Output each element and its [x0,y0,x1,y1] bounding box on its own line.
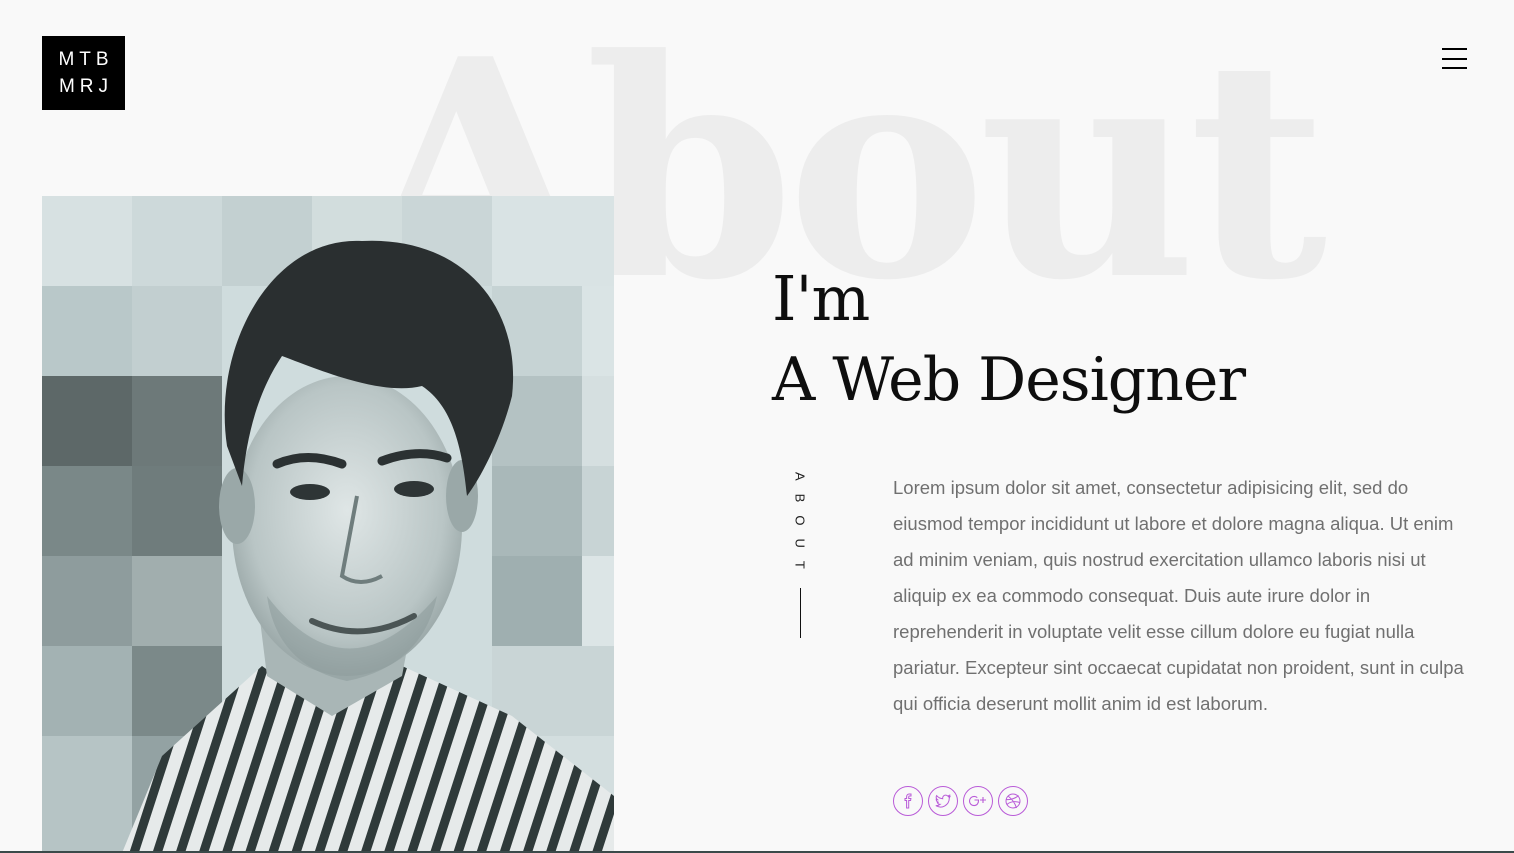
google-plus-icon[interactable] [963,786,993,816]
headline: I'm A Web Designer [772,262,1246,424]
section-side-label: ABOUT [788,472,812,638]
logo[interactable]: MTB MRJ [42,36,125,110]
profile-photo [42,196,614,853]
headline-line-1: I'm [772,262,870,335]
bio-paragraph: Lorem ipsum dolor sit amet, consectetur … [893,477,1464,714]
twitter-icon[interactable] [928,786,958,816]
headline-line-2: A Web Designer [772,345,1246,415]
dribbble-icon[interactable] [998,786,1028,816]
logo-line-1: MTB [58,49,114,70]
social-links [893,786,1028,816]
hamburger-menu-icon[interactable] [1436,46,1474,72]
facebook-icon[interactable] [893,786,923,816]
side-label-text: ABOUT [792,472,808,582]
side-label-divider [799,587,801,638]
logo-line-2: MRJ [58,76,114,97]
